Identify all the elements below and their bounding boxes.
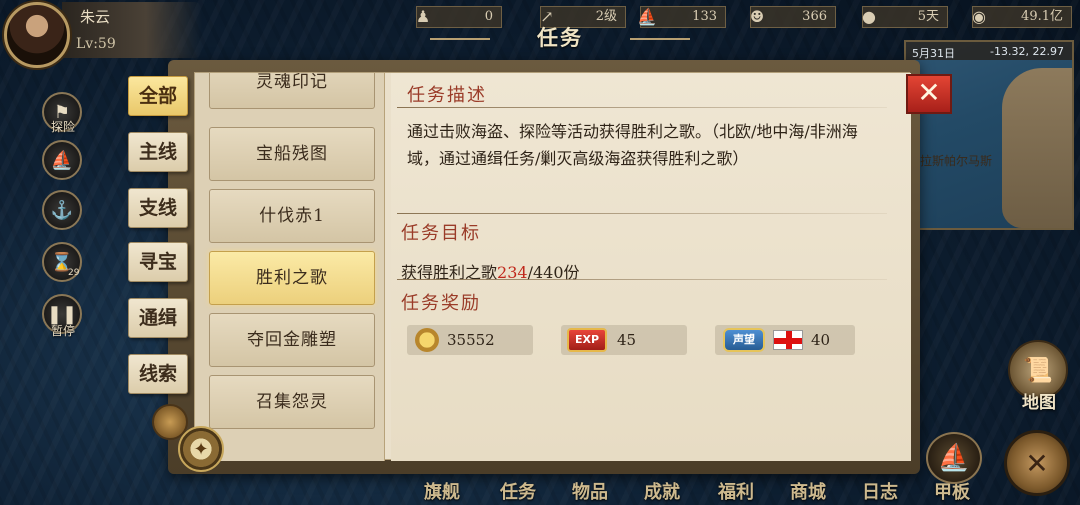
task-item-selected[interactable]: 胜利之歌 bbox=[209, 251, 375, 305]
ship-icon: ⛵ bbox=[50, 149, 74, 171]
nav-achievements[interactable]: 成就 bbox=[644, 478, 680, 504]
ship-button[interactable]: ⛵ bbox=[926, 432, 982, 484]
nav-log[interactable]: 日志 bbox=[862, 478, 898, 504]
player-level: Lv:59 bbox=[76, 36, 116, 52]
reward-reputation-value: 40 bbox=[811, 331, 831, 349]
sailing-ship-icon: ⛵ bbox=[937, 443, 971, 473]
task-item[interactable]: 宝船残图 bbox=[209, 127, 375, 181]
minimap-date: 5月31日 bbox=[912, 47, 955, 60]
task-description: 通过击败海盗、探险等活动获得胜利之歌。（北欧/地中海/非洲海域，通过通缉任务/剿… bbox=[407, 122, 858, 168]
reward-title: 任务奖励 bbox=[401, 293, 481, 314]
task-panel-inner: 灵魂印记 宝船残图 什伐赤1 胜利之歌 夺回金雕塑 召集怨灵 任务描述 通过击败… bbox=[194, 72, 911, 461]
nav-flagship[interactable]: 旗舰 bbox=[424, 478, 460, 504]
task-item[interactable]: 灵魂印记 bbox=[209, 73, 375, 109]
window-title: 任务 bbox=[430, 22, 690, 52]
resource-value: 366 bbox=[802, 9, 827, 24]
task-item[interactable]: 夺回金雕塑 bbox=[209, 313, 375, 367]
reward-exp: EXP 45 bbox=[561, 325, 687, 355]
tab-clues[interactable]: 线索 bbox=[128, 354, 188, 394]
task-list[interactable]: 灵魂印记 宝船残图 什伐赤1 胜利之歌 夺回金雕塑 召集怨灵 bbox=[195, 73, 385, 461]
tab-all[interactable]: 全部 bbox=[128, 76, 188, 116]
divider bbox=[397, 213, 887, 214]
resource-crew[interactable]: ☻ 366 bbox=[750, 6, 836, 28]
crew-icon: ☻ bbox=[749, 7, 765, 26]
hourglass-badge: 29 bbox=[68, 268, 80, 278]
reward-exp-value: 45 bbox=[617, 331, 637, 349]
map-label: 地图 bbox=[1022, 393, 1056, 413]
reward-coins: 35552 bbox=[407, 325, 533, 355]
pause-label: 暂停 bbox=[50, 324, 75, 338]
minimap[interactable]: 5月31日 -13.32, 22.97 拉斯帕尔马斯 bbox=[904, 40, 1074, 230]
fleet-button[interactable]: ⛵ bbox=[42, 140, 82, 180]
nav-welfare[interactable]: 福利 bbox=[718, 478, 754, 504]
reward-reputation: 声望 40 bbox=[715, 325, 855, 355]
gold-coin-icon bbox=[415, 328, 439, 352]
player-avatar[interactable] bbox=[4, 2, 70, 68]
player-name: 朱云 bbox=[80, 8, 111, 26]
resource-ships[interactable]: ⛵ 133 bbox=[637, 6, 726, 28]
gold-coin-icon: ◉ bbox=[972, 7, 986, 26]
reputation-icon: 声望 bbox=[723, 328, 765, 352]
divider bbox=[397, 279, 887, 280]
description-title: 任务描述 bbox=[407, 85, 487, 106]
close-button[interactable]: ✕ bbox=[906, 74, 952, 114]
task-item[interactable]: 召集怨灵 bbox=[209, 375, 375, 429]
minimap-land bbox=[1002, 68, 1072, 228]
bread-icon: ● bbox=[862, 7, 876, 26]
england-flag-icon bbox=[773, 330, 803, 350]
minimap-coords: -13.32, 22.97 bbox=[990, 45, 1064, 58]
exp-icon: EXP bbox=[567, 328, 607, 352]
tab-side[interactable]: 支线 bbox=[128, 188, 188, 228]
pawn-icon: ♟ bbox=[415, 7, 431, 26]
minimap-place: 拉斯帕尔马斯 bbox=[920, 154, 993, 168]
anchor-button[interactable]: ⚓ bbox=[42, 190, 82, 230]
nav-tasks[interactable]: 任务 bbox=[500, 478, 536, 504]
crossed-swords-button[interactable]: ✕ bbox=[1004, 430, 1070, 496]
anchor-icon: ⚓ bbox=[50, 199, 74, 221]
divider bbox=[397, 107, 887, 108]
resource-gold[interactable]: ◉ 49.1亿 bbox=[972, 6, 1072, 28]
task-item[interactable]: 什伐赤1 bbox=[209, 189, 375, 243]
target-title: 任务目标 bbox=[401, 223, 481, 244]
task-detail: 任务描述 通过击败海盗、探险等活动获得胜利之歌。（北欧/地中海/非洲海域，通过通… bbox=[391, 73, 911, 461]
resource-value: 133 bbox=[692, 9, 717, 24]
explore-label: 探险 bbox=[50, 120, 75, 134]
tab-treasure[interactable]: 寻宝 bbox=[128, 242, 188, 282]
resource-food[interactable]: ● 5天 bbox=[862, 6, 948, 28]
reward-coins-value: 35552 bbox=[447, 331, 495, 349]
resource-value: 5天 bbox=[917, 9, 939, 24]
tab-main[interactable]: 主线 bbox=[128, 132, 188, 172]
compass-icon[interactable]: ✦ bbox=[178, 426, 224, 472]
tab-wanted[interactable]: 通缉 bbox=[128, 298, 188, 338]
nav-items[interactable]: 物品 bbox=[572, 478, 608, 504]
scroll-map-icon: 📜 bbox=[1023, 356, 1053, 384]
nav-shop[interactable]: 商城 bbox=[790, 478, 826, 504]
task-panel: 灵魂印记 宝船残图 什伐赤1 胜利之歌 夺回金雕塑 召集怨灵 任务描述 通过击败… bbox=[168, 60, 920, 474]
bottom-nav: 旗舰 任务 物品 成就 福利 商城 日志 甲板 bbox=[400, 476, 1000, 504]
crossed-swords-icon: ✕ bbox=[1025, 446, 1049, 480]
resource-value: 49.1亿 bbox=[1021, 9, 1063, 24]
